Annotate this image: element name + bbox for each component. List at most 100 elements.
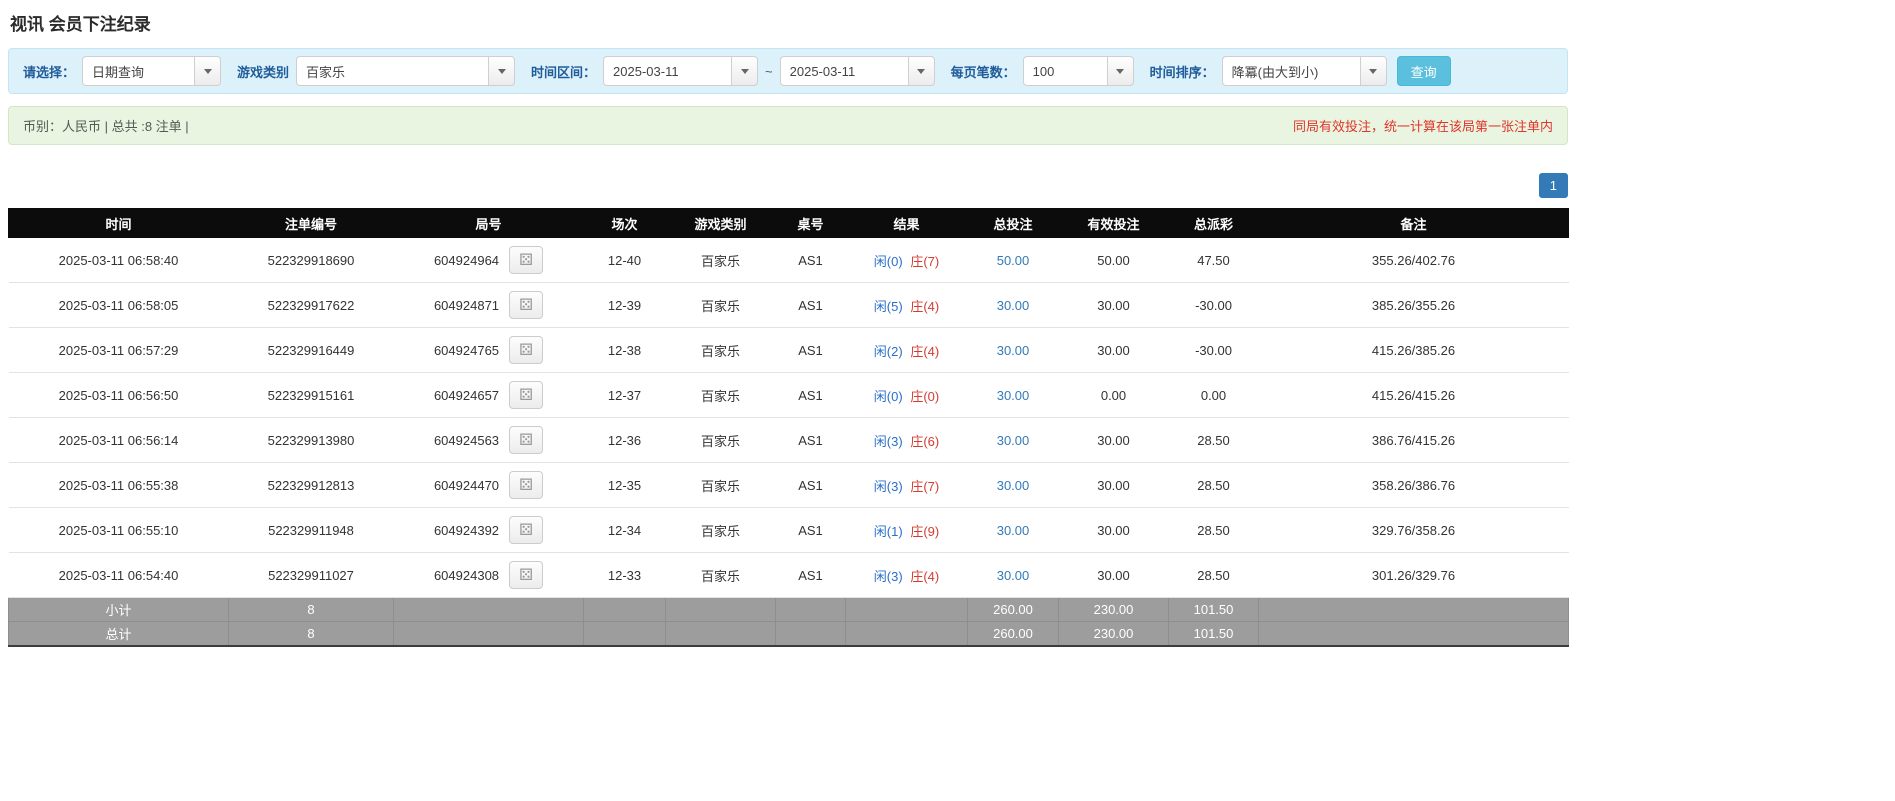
- result-player: 闲(3): [873, 478, 903, 494]
- chevron-down-icon: [497, 68, 506, 74]
- cell-round: 604924964 ⚄: [393, 237, 584, 283]
- query-button[interactable]: 查询: [1396, 56, 1451, 86]
- cell-game-type: 百家乐: [665, 327, 776, 373]
- cell-result: 闲(2) 庄(4): [845, 327, 968, 373]
- cell-result: 闲(3) 庄(4): [845, 552, 968, 598]
- date-to-input[interactable]: [779, 56, 908, 86]
- cell-table-no: AS1: [775, 417, 846, 463]
- total-bet-link[interactable]: 50.00: [997, 253, 1030, 268]
- result-player: 闲(2): [873, 343, 903, 359]
- dice-icon: ⚄: [519, 385, 533, 404]
- round-id: 604924308: [433, 567, 500, 583]
- subtotal-empty-result: [845, 597, 968, 622]
- round-replay-button[interactable]: ⚄: [509, 516, 544, 544]
- round-replay-button[interactable]: ⚄: [509, 246, 544, 274]
- chevron-down-icon: [1116, 68, 1125, 74]
- cell-time: 2025-03-11 06:56:50: [8, 372, 229, 418]
- col-header-time: 时间: [8, 208, 229, 238]
- per-page-label: 每页笔数：: [950, 64, 1016, 80]
- round-replay-button[interactable]: ⚄: [509, 336, 544, 364]
- result-player: 闲(0): [873, 388, 903, 404]
- cell-table-no: AS1: [775, 552, 846, 598]
- game-type-input[interactable]: [296, 56, 489, 86]
- total-bet-link[interactable]: 30.00: [997, 298, 1030, 313]
- total-bet-link[interactable]: 30.00: [997, 478, 1030, 493]
- chevron-down-icon: [917, 68, 926, 74]
- cell-session: 12-34: [583, 507, 666, 553]
- round-replay-button[interactable]: ⚄: [509, 381, 544, 409]
- cell-valid-bet: 30.00: [1058, 282, 1169, 328]
- result-banker: 庄(4): [910, 298, 940, 314]
- cell-round: 604924563 ⚄: [393, 417, 584, 463]
- cell-payout: 28.50: [1168, 507, 1259, 553]
- round-id: 604924470: [433, 477, 500, 493]
- cell-payout: 0.00: [1168, 372, 1259, 418]
- grand-total-empty-table: [775, 621, 846, 647]
- pagination-page-1[interactable]: 1: [1538, 173, 1568, 198]
- table-row: 2025-03-11 06:55:38 522329912813 6049244…: [8, 462, 1569, 508]
- subtotal-label: 小计: [8, 597, 229, 622]
- cell-time: 2025-03-11 06:58:40: [8, 237, 229, 283]
- grand-total-empty-game: [665, 621, 776, 647]
- cell-session: 12-37: [583, 372, 666, 418]
- cell-round: 604924392 ⚄: [393, 507, 584, 553]
- cell-round: 604924470 ⚄: [393, 462, 584, 508]
- cell-round: 604924308 ⚄: [393, 552, 584, 598]
- subtotal-total-bet: 260.00: [967, 597, 1059, 622]
- result-player: 闲(3): [873, 568, 903, 584]
- subtotal-empty-round: [393, 597, 584, 622]
- cell-table-no: AS1: [775, 507, 846, 553]
- table-body: 2025-03-11 06:58:40 522329918690 6049249…: [8, 237, 1569, 598]
- result-player: 闲(3): [873, 433, 903, 449]
- total-bet-link[interactable]: 30.00: [997, 523, 1030, 538]
- total-bet-link[interactable]: 30.00: [997, 343, 1030, 358]
- cell-valid-bet: 30.00: [1058, 507, 1169, 553]
- round-replay-button[interactable]: ⚄: [509, 471, 544, 499]
- cell-valid-bet: 0.00: [1058, 372, 1169, 418]
- time-sort-dropdown-button[interactable]: [1359, 56, 1387, 86]
- cell-bet-id: 522329917622: [228, 282, 394, 328]
- date-from-dropdown-button[interactable]: [731, 56, 759, 86]
- per-page-dropdown-button[interactable]: [1106, 56, 1134, 86]
- cell-time: 2025-03-11 06:55:38: [8, 462, 229, 508]
- cell-table-no: AS1: [775, 372, 846, 418]
- total-bet-link[interactable]: 30.00: [997, 568, 1030, 583]
- cell-round: 604924871 ⚄: [393, 282, 584, 328]
- date-to-dropdown-button[interactable]: [907, 56, 935, 86]
- date-from-input[interactable]: [603, 56, 732, 86]
- cell-result: 闲(1) 庄(9): [845, 507, 968, 553]
- col-header-session: 场次: [583, 208, 666, 238]
- round-replay-button[interactable]: ⚄: [509, 561, 544, 589]
- dice-icon: ⚄: [519, 295, 533, 314]
- query-type-dropdown-button[interactable]: [194, 56, 222, 86]
- cell-payout: -30.00: [1168, 282, 1259, 328]
- round-id: 604924765: [433, 342, 500, 358]
- grand-total-valid-bet: 230.00: [1058, 621, 1169, 647]
- query-type-input[interactable]: [82, 56, 195, 86]
- total-bet-link[interactable]: 30.00: [997, 433, 1030, 448]
- total-bet-link[interactable]: 30.00: [997, 388, 1030, 403]
- per-page-combo: [1022, 56, 1134, 86]
- table-row: 2025-03-11 06:58:40 522329918690 6049249…: [8, 237, 1569, 283]
- round-cell-inner: 604924871 ⚄: [434, 291, 544, 319]
- per-page-input[interactable]: [1022, 56, 1107, 86]
- cell-payout: 28.50: [1168, 417, 1259, 463]
- subtotal-row: 小计 8 260.00 230.00 101.50: [8, 597, 1569, 622]
- tilde-separator: ~: [765, 63, 773, 79]
- chevron-down-icon: [740, 68, 749, 74]
- cell-total-bet: 30.00: [967, 417, 1059, 463]
- cell-valid-bet: 30.00: [1058, 327, 1169, 373]
- game-type-label: 游戏类别: [237, 64, 290, 80]
- grand-total-payout: 101.50: [1168, 621, 1259, 647]
- round-id: 604924392: [433, 522, 500, 538]
- dice-icon: ⚄: [519, 475, 533, 494]
- game-type-dropdown-button[interactable]: [488, 56, 516, 86]
- subtotal-empty-game: [665, 597, 776, 622]
- round-replay-button[interactable]: ⚄: [509, 426, 544, 454]
- col-header-bet-id: 注单编号: [228, 208, 394, 238]
- result-banker: 庄(7): [910, 253, 940, 269]
- date-to-combo: [779, 56, 935, 86]
- round-replay-button[interactable]: ⚄: [509, 291, 544, 319]
- time-sort-input[interactable]: [1221, 56, 1360, 86]
- table-row: 2025-03-11 06:56:14 522329913980 6049245…: [8, 417, 1569, 463]
